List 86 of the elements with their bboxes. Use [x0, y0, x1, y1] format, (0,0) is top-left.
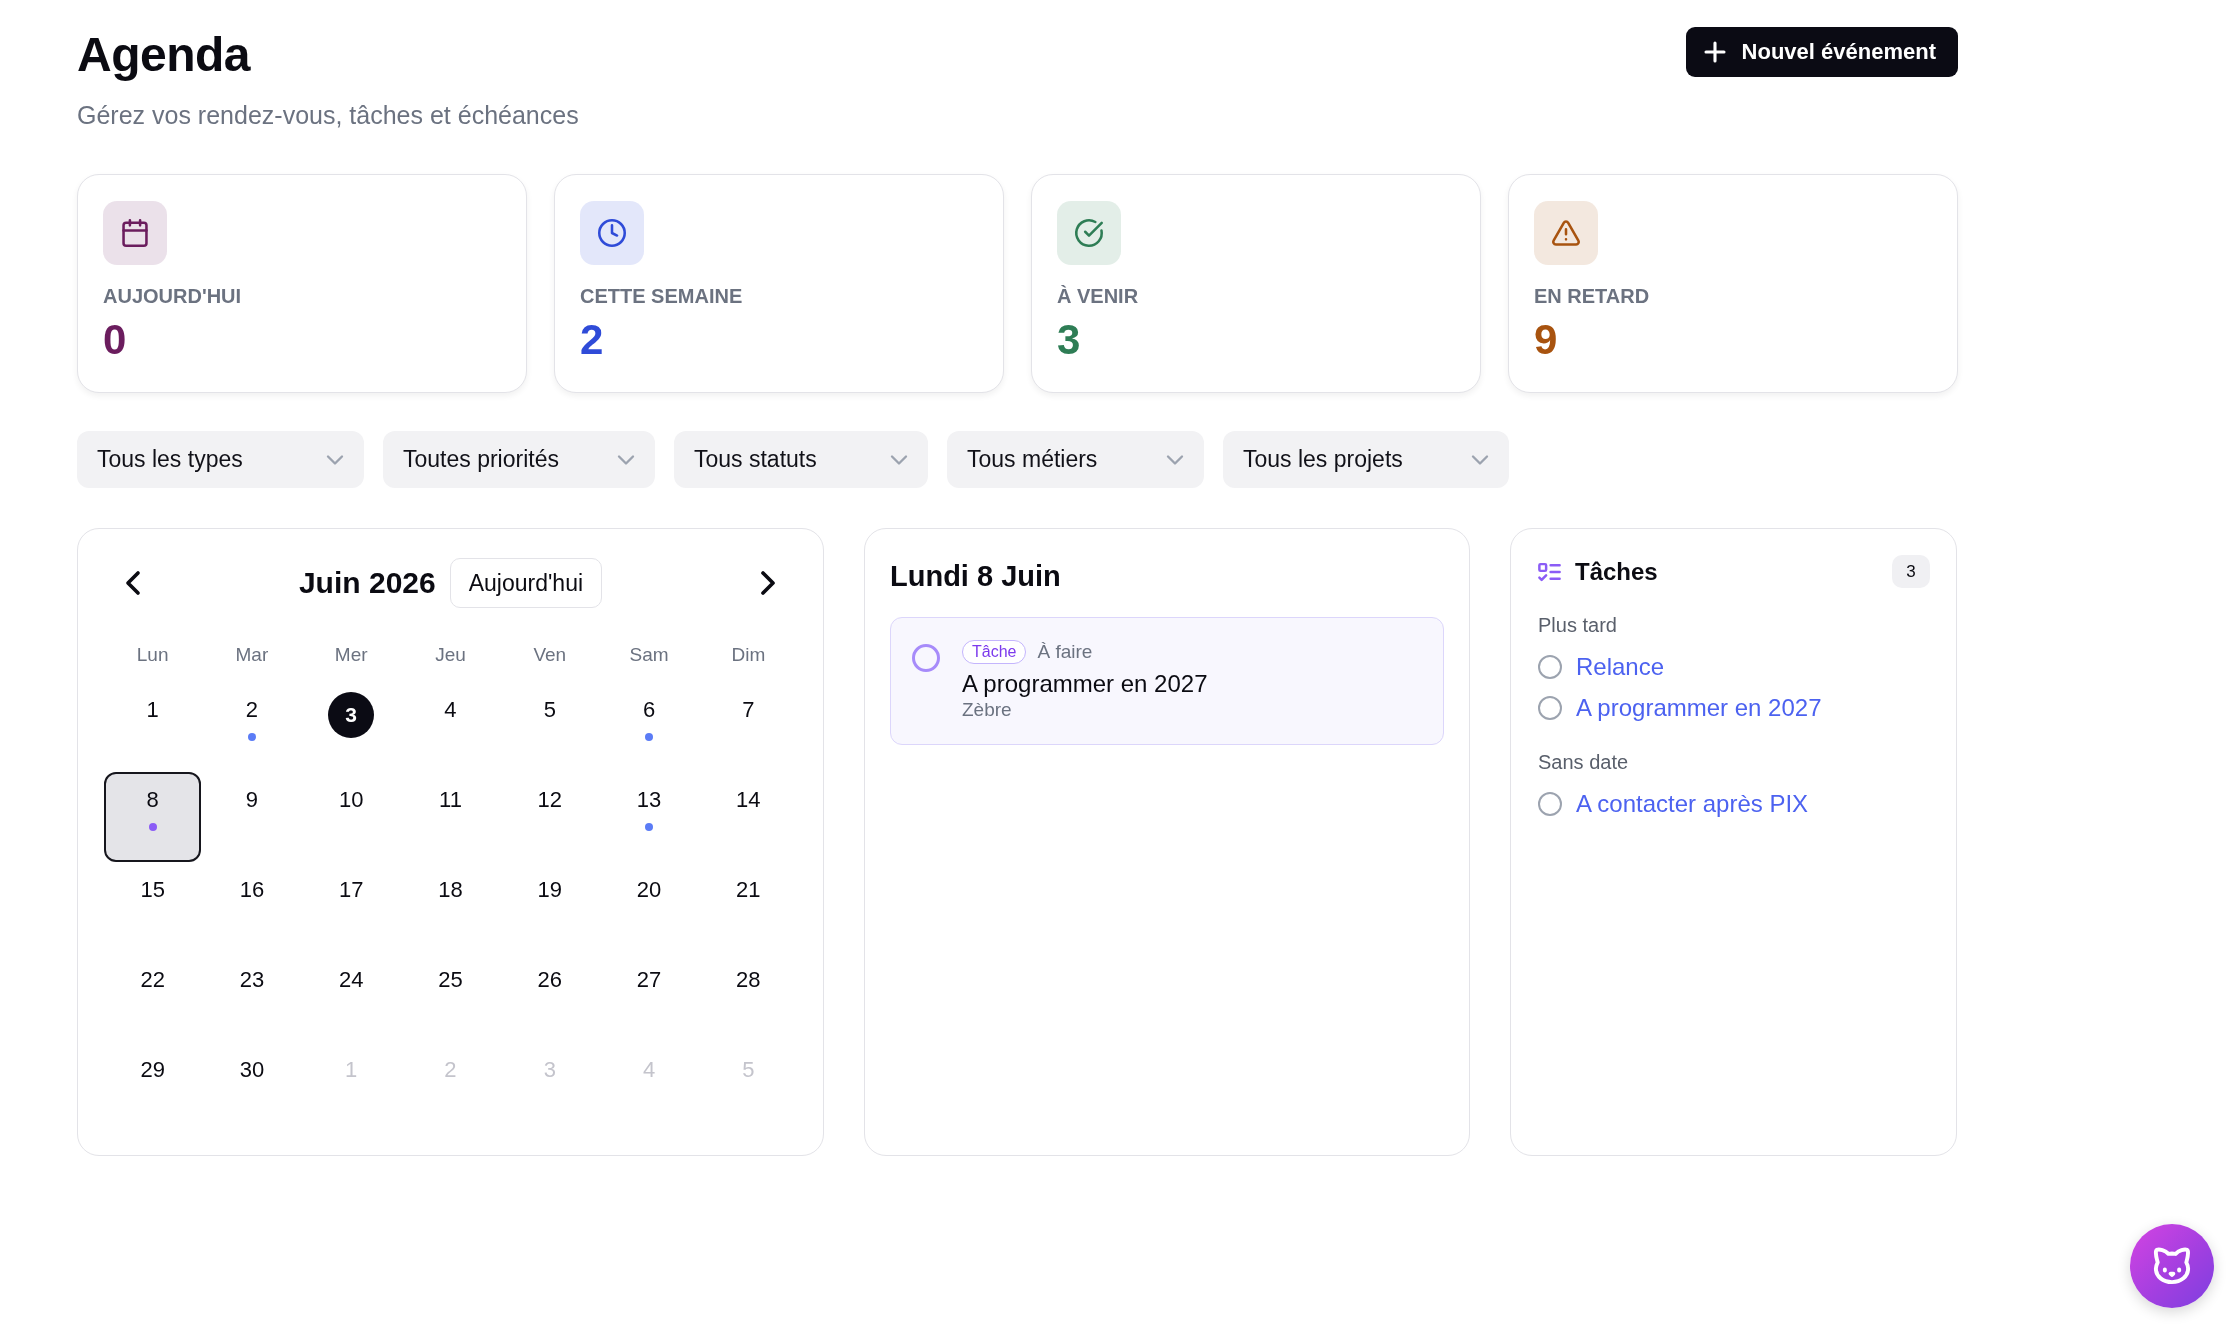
calendar-day[interactable]: 28 [699, 952, 797, 1042]
calendar-day[interactable]: 26 [501, 952, 599, 1042]
task-checkbox[interactable] [1538, 696, 1562, 720]
task-link[interactable]: Relance [1576, 653, 1665, 681]
stat-label: EN RETARD [1534, 284, 1651, 308]
stat-value: 3 [1057, 317, 1082, 363]
stat-value: 0 [103, 317, 128, 363]
task-checkbox[interactable] [912, 644, 940, 672]
weekday-label: Jeu [435, 643, 466, 667]
calendar-day[interactable]: 21 [699, 862, 797, 952]
filter-dropdown[interactable]: Tous les projets [1223, 431, 1509, 488]
month-title: Juin 2026 [298, 566, 436, 600]
warning-icon [1534, 201, 1598, 265]
cat-icon [2155, 1249, 2189, 1283]
calendar-day[interactable]: 15 [104, 862, 202, 952]
stat-value: 2 [580, 317, 605, 363]
weekday-label: Sam [629, 643, 669, 667]
calendar-day[interactable]: 6 [600, 682, 698, 772]
calendar-day[interactable]: 1 [104, 682, 202, 772]
page-subtitle: Gérez vos rendez-vous, tâches et échéances [77, 100, 579, 131]
stat-label: CETTE SEMAINE [580, 284, 744, 308]
type-tag: Tâche [962, 640, 1027, 664]
clock-icon [580, 201, 644, 265]
calendar-day[interactable]: 12 [501, 772, 599, 862]
count-badge: 3 [1892, 555, 1930, 588]
new-event-button[interactable]: Nouvel événement [1685, 27, 1958, 77]
calendar-day[interactable]: 27 [600, 952, 698, 1042]
filter-dropdown[interactable]: Toutes priorités [383, 431, 655, 488]
today-button[interactable]: Aujourd'hui [449, 558, 603, 608]
filter-dropdown[interactable]: Tous métiers [947, 431, 1204, 488]
calendar-day[interactable]: 5 [501, 682, 599, 772]
event-project: Zèbre [962, 698, 1013, 722]
calendar-day[interactable]: 16 [203, 862, 301, 952]
filter-dropdown[interactable]: Tous statuts [674, 431, 928, 488]
calendar-day[interactable]: 19 [501, 862, 599, 952]
stat-label: À VENIR [1057, 284, 1140, 308]
plus-icon [1705, 43, 1724, 61]
chevron-down-icon [619, 455, 633, 464]
status-label: À faire [1037, 640, 1093, 664]
filter-dropdown[interactable]: Tous les types [77, 431, 364, 488]
calendar-day[interactable]: 25 [401, 952, 500, 1042]
chevron-down-icon [1473, 455, 1487, 464]
calendar-day[interactable]: 20 [600, 862, 698, 952]
group-label: Sans date [1538, 750, 1630, 775]
calendar-day[interactable]: 13 [600, 772, 698, 862]
calendar-day[interactable]: 7 [699, 682, 797, 772]
task-link[interactable]: A programmer en 2027 [1576, 694, 1822, 722]
task-checkbox[interactable] [1538, 655, 1562, 679]
stat-value: 9 [1534, 317, 1559, 363]
calendar-day[interactable]: 3 [302, 682, 400, 772]
day-title: Lundi 8 Juin [890, 559, 1062, 594]
calendar-day[interactable]: 23 [203, 952, 301, 1042]
event-title: A programmer en 2027 [962, 670, 1208, 698]
calendar-day[interactable]: 10 [302, 772, 400, 862]
task-list-icon [1538, 562, 1561, 581]
task-link[interactable]: A contacter après PIX [1576, 790, 1809, 818]
panel-title: Tâches [1575, 557, 1658, 586]
task-checkbox[interactable] [1538, 792, 1562, 816]
weekday-label: Mar [235, 643, 269, 667]
chevron-down-icon [328, 455, 342, 464]
weekday-label: Mer [334, 643, 368, 667]
chevron-down-icon [1168, 455, 1182, 464]
calendar-day[interactable]: 8 [104, 772, 202, 862]
weekday-label: Dim [731, 643, 766, 667]
group-label: Plus tard [1538, 613, 1618, 638]
calendar-day[interactable]: 14 [699, 772, 797, 862]
chevron-down-icon [892, 455, 906, 464]
chevron-left-icon[interactable] [128, 573, 138, 593]
calendar-day[interactable]: 4 [401, 682, 500, 772]
weekday-label: Ven [533, 643, 567, 667]
chevron-right-icon[interactable] [763, 573, 773, 593]
calendar-day[interactable]: 30 [203, 1042, 301, 1132]
assistant-button[interactable] [2130, 1224, 2214, 1308]
stat-label: AUJOURD'HUI [103, 284, 243, 308]
calendar-day[interactable]: 11 [401, 772, 500, 862]
calendar-day[interactable]: 2 [203, 682, 301, 772]
event-card[interactable]: Tâche À faire A programmer en 2027 Zèbre [890, 617, 1444, 745]
calendar-icon [103, 201, 167, 265]
page-title: Agenda [77, 27, 252, 83]
calendar-day[interactable]: 22 [104, 952, 202, 1042]
calendar-day[interactable]: 18 [401, 862, 500, 952]
weekday-label: Lun [136, 643, 169, 667]
calendar-day[interactable]: 29 [104, 1042, 202, 1132]
calendar-day[interactable]: 24 [302, 952, 400, 1042]
calendar-day[interactable]: 17 [302, 862, 400, 952]
calendar-day[interactable]: 9 [203, 772, 301, 862]
